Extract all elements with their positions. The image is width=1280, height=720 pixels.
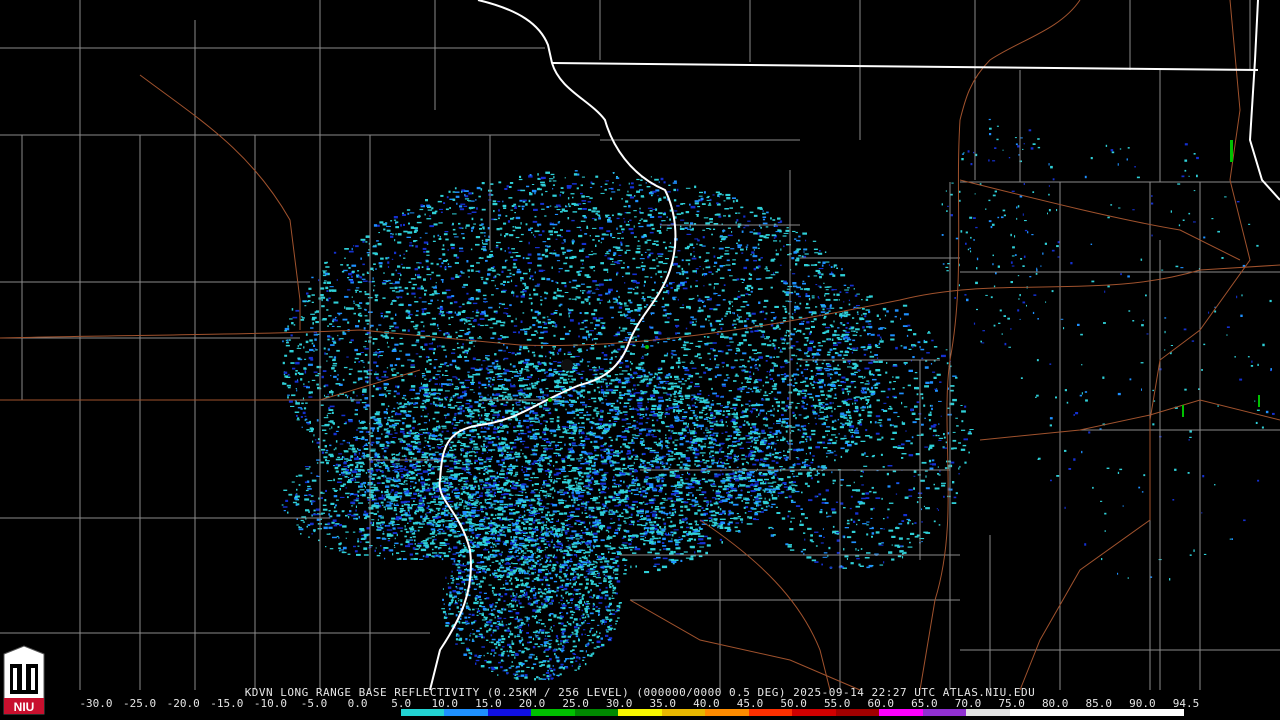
color-swatch: [139, 709, 184, 716]
color-swatch: [357, 709, 401, 716]
logo-text: NIU: [14, 700, 35, 714]
color-swatch: [792, 709, 836, 716]
color-swatch: [96, 709, 140, 716]
color-swatch: [618, 709, 662, 716]
color-swatch: [879, 709, 923, 716]
color-swatch: [835, 709, 880, 716]
color-swatch: [226, 709, 271, 716]
color-swatch: [1096, 709, 1141, 716]
color-swatch: [574, 709, 619, 716]
color-swatch: [1053, 709, 1097, 716]
color-swatch: [270, 709, 314, 716]
niu-logo: NIU: [3, 645, 45, 715]
color-scale-labels: -30.0 -25.0 -20.0 -15.0 -10.0 -5.0 0.0 5.0 10.0 1…: [79, 697, 1199, 710]
color-swatch: [966, 709, 1010, 716]
color-scale-bar: [96, 709, 1184, 716]
color-swatch: [400, 709, 445, 716]
color-swatch: [748, 709, 793, 716]
color-swatch: [705, 709, 749, 716]
color-swatch: [183, 709, 227, 716]
color-swatch: [922, 709, 967, 716]
color-swatch: [531, 709, 575, 716]
color-swatch: [487, 709, 532, 716]
color-swatch: [313, 709, 358, 716]
color-swatch: [1140, 709, 1184, 716]
color-swatch: [444, 709, 488, 716]
color-swatch: [1009, 709, 1054, 716]
color-swatch: [661, 709, 706, 716]
radar-map: [0, 0, 1280, 720]
